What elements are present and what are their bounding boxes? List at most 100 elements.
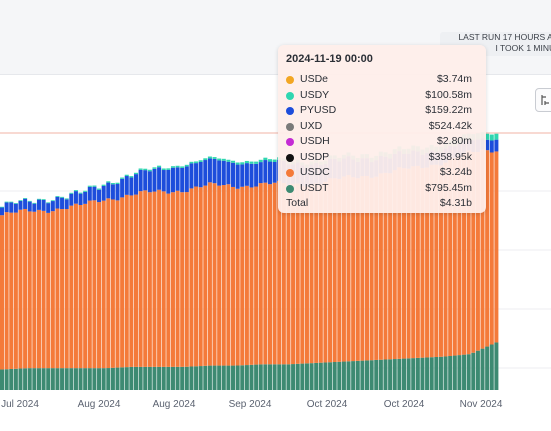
bar-segment-usdt (258, 364, 263, 390)
bar-segment-pyusd (133, 174, 139, 195)
tooltip-series-value: $358.95k (428, 150, 472, 163)
bar-segment-pyusd (69, 193, 74, 206)
tooltip-rows: USDe $3.74m USDY $100.58m PYUSD $159.22m UXD $5… (286, 72, 478, 196)
bar-segment-usdt (13, 368, 18, 390)
bar-segment-usdc (50, 211, 55, 369)
bar-segment-pyusd (120, 178, 125, 198)
bar-segment-usdc (110, 199, 115, 368)
tooltip-series-name: USDT (300, 181, 329, 194)
bar-segment-pyusd (9, 202, 14, 213)
bar-segment-usdc (254, 186, 259, 365)
bar-segment-usdc (78, 204, 83, 369)
bar-segment-usdc (494, 151, 499, 343)
bar-segment-usdt (304, 363, 309, 390)
series-color-dot (286, 153, 294, 162)
bar-segment-usdt (143, 366, 148, 390)
bar-segment-usdt (438, 356, 443, 390)
bar-segment-usdc (73, 203, 78, 369)
bar-segment-pyusd (0, 207, 5, 216)
bar-segment-usdt (138, 366, 143, 390)
bar-segment-pyusd (64, 199, 69, 210)
bar-segment-pyusd (217, 160, 222, 186)
bar-segment-usdt (212, 365, 217, 390)
bar-segment-pyusd (60, 197, 65, 210)
bar-segment-usdt (189, 366, 194, 390)
bar-segment-pyusd (184, 166, 189, 193)
bar-segment-usdt (374, 359, 379, 390)
bar-segment-usdy (194, 161, 199, 164)
bar-segment-usdy (152, 167, 157, 169)
bar-segment-pyusd (244, 163, 249, 186)
bar-segment-usdy (83, 190, 88, 192)
chart-options-button[interactable] (535, 88, 551, 112)
bar-segment-pyusd (152, 168, 157, 192)
bar-segment-usdy (235, 162, 240, 165)
bar-segment-pyusd (36, 199, 41, 210)
bar-segment-usdt (365, 360, 370, 390)
bar-segment-usdy (41, 199, 46, 200)
bar-segment-usdc (97, 202, 102, 369)
bar-segment-pyusd (41, 199, 46, 211)
bar-segment-usdc (83, 203, 88, 369)
bar-segment-usdy (60, 196, 65, 198)
bar-segment-usdy (97, 188, 102, 190)
tooltip-series-value: $2.80m (436, 135, 472, 147)
bar-segment-usdy (36, 198, 41, 200)
bar-segment-usdy (64, 198, 69, 200)
bar-segment-usdc (198, 187, 203, 367)
bar-segment-usdc (152, 191, 157, 367)
tooltip-row-usdp: USDP $358.95k (286, 150, 478, 166)
bar-segment-usdt (420, 357, 425, 390)
bar-segment-usdy (46, 202, 51, 204)
bar-segment-usdt (475, 350, 480, 390)
bar-segment-usdc (184, 192, 189, 367)
bar-segment-usdt (244, 365, 249, 390)
bar-segment-usdt (226, 365, 231, 390)
bar-segment-usdy (9, 201, 14, 203)
bar-segment-usdt (471, 352, 476, 390)
bar-segment-pyusd (254, 163, 259, 187)
bar-segment-pyusd (212, 158, 217, 184)
bar-segment-pyusd (231, 162, 236, 187)
bar-segment-usdc (170, 192, 175, 367)
bar-segment-usdt (337, 361, 342, 390)
bar-segment-pyusd (207, 158, 212, 183)
bar-segment-usdt (429, 357, 434, 390)
bar-segment-usdt (448, 356, 453, 390)
bar-segment-usdc (212, 183, 217, 366)
bar-segment-usdt (462, 354, 467, 390)
bar-segment-usdt (60, 368, 65, 390)
bar-segment-usdy (124, 174, 129, 177)
bar-segment-usdy (69, 192, 74, 194)
bar-segment-usdc (166, 193, 171, 367)
bar-segment-usdt (360, 360, 365, 390)
series-color-dot (286, 91, 294, 100)
bar-segment-usdt (411, 358, 416, 390)
bar-segment-pyusd (175, 167, 180, 191)
bar-segment-usdc (175, 190, 180, 367)
bar-segment-usdt (254, 364, 259, 390)
tooltip-total-value: $4.31b (439, 197, 472, 209)
tooltip-series-name: UXD (300, 119, 323, 132)
bar-segment-usdt (27, 368, 32, 390)
bar-segment-pyusd (249, 163, 254, 188)
bar-segment-usdy (115, 182, 120, 184)
bar-segment-usdt (267, 364, 272, 390)
bar-segment-usdt (92, 368, 97, 390)
bar-segment-usdt (466, 354, 471, 390)
bar-segment-usdt (50, 368, 55, 390)
bar-segment-usdc (87, 200, 92, 369)
bar-segment-usdt (221, 365, 226, 390)
bar-segment-usdc (129, 195, 134, 367)
bar-segment-usdc (180, 192, 185, 367)
bar-segment-usdt (323, 362, 328, 390)
bar-segment-usdt (397, 358, 402, 390)
bar-segment-usdt (240, 365, 245, 390)
bar-segment-usdc (240, 186, 245, 366)
bar-segment-usdy (217, 158, 222, 161)
bar-segment-usdc (13, 212, 18, 369)
bar-segment-usdt (425, 357, 430, 390)
bar-segment-usdy (175, 165, 180, 168)
bar-segment-pyusd (97, 189, 102, 203)
bar-segment-usdt (378, 359, 383, 390)
